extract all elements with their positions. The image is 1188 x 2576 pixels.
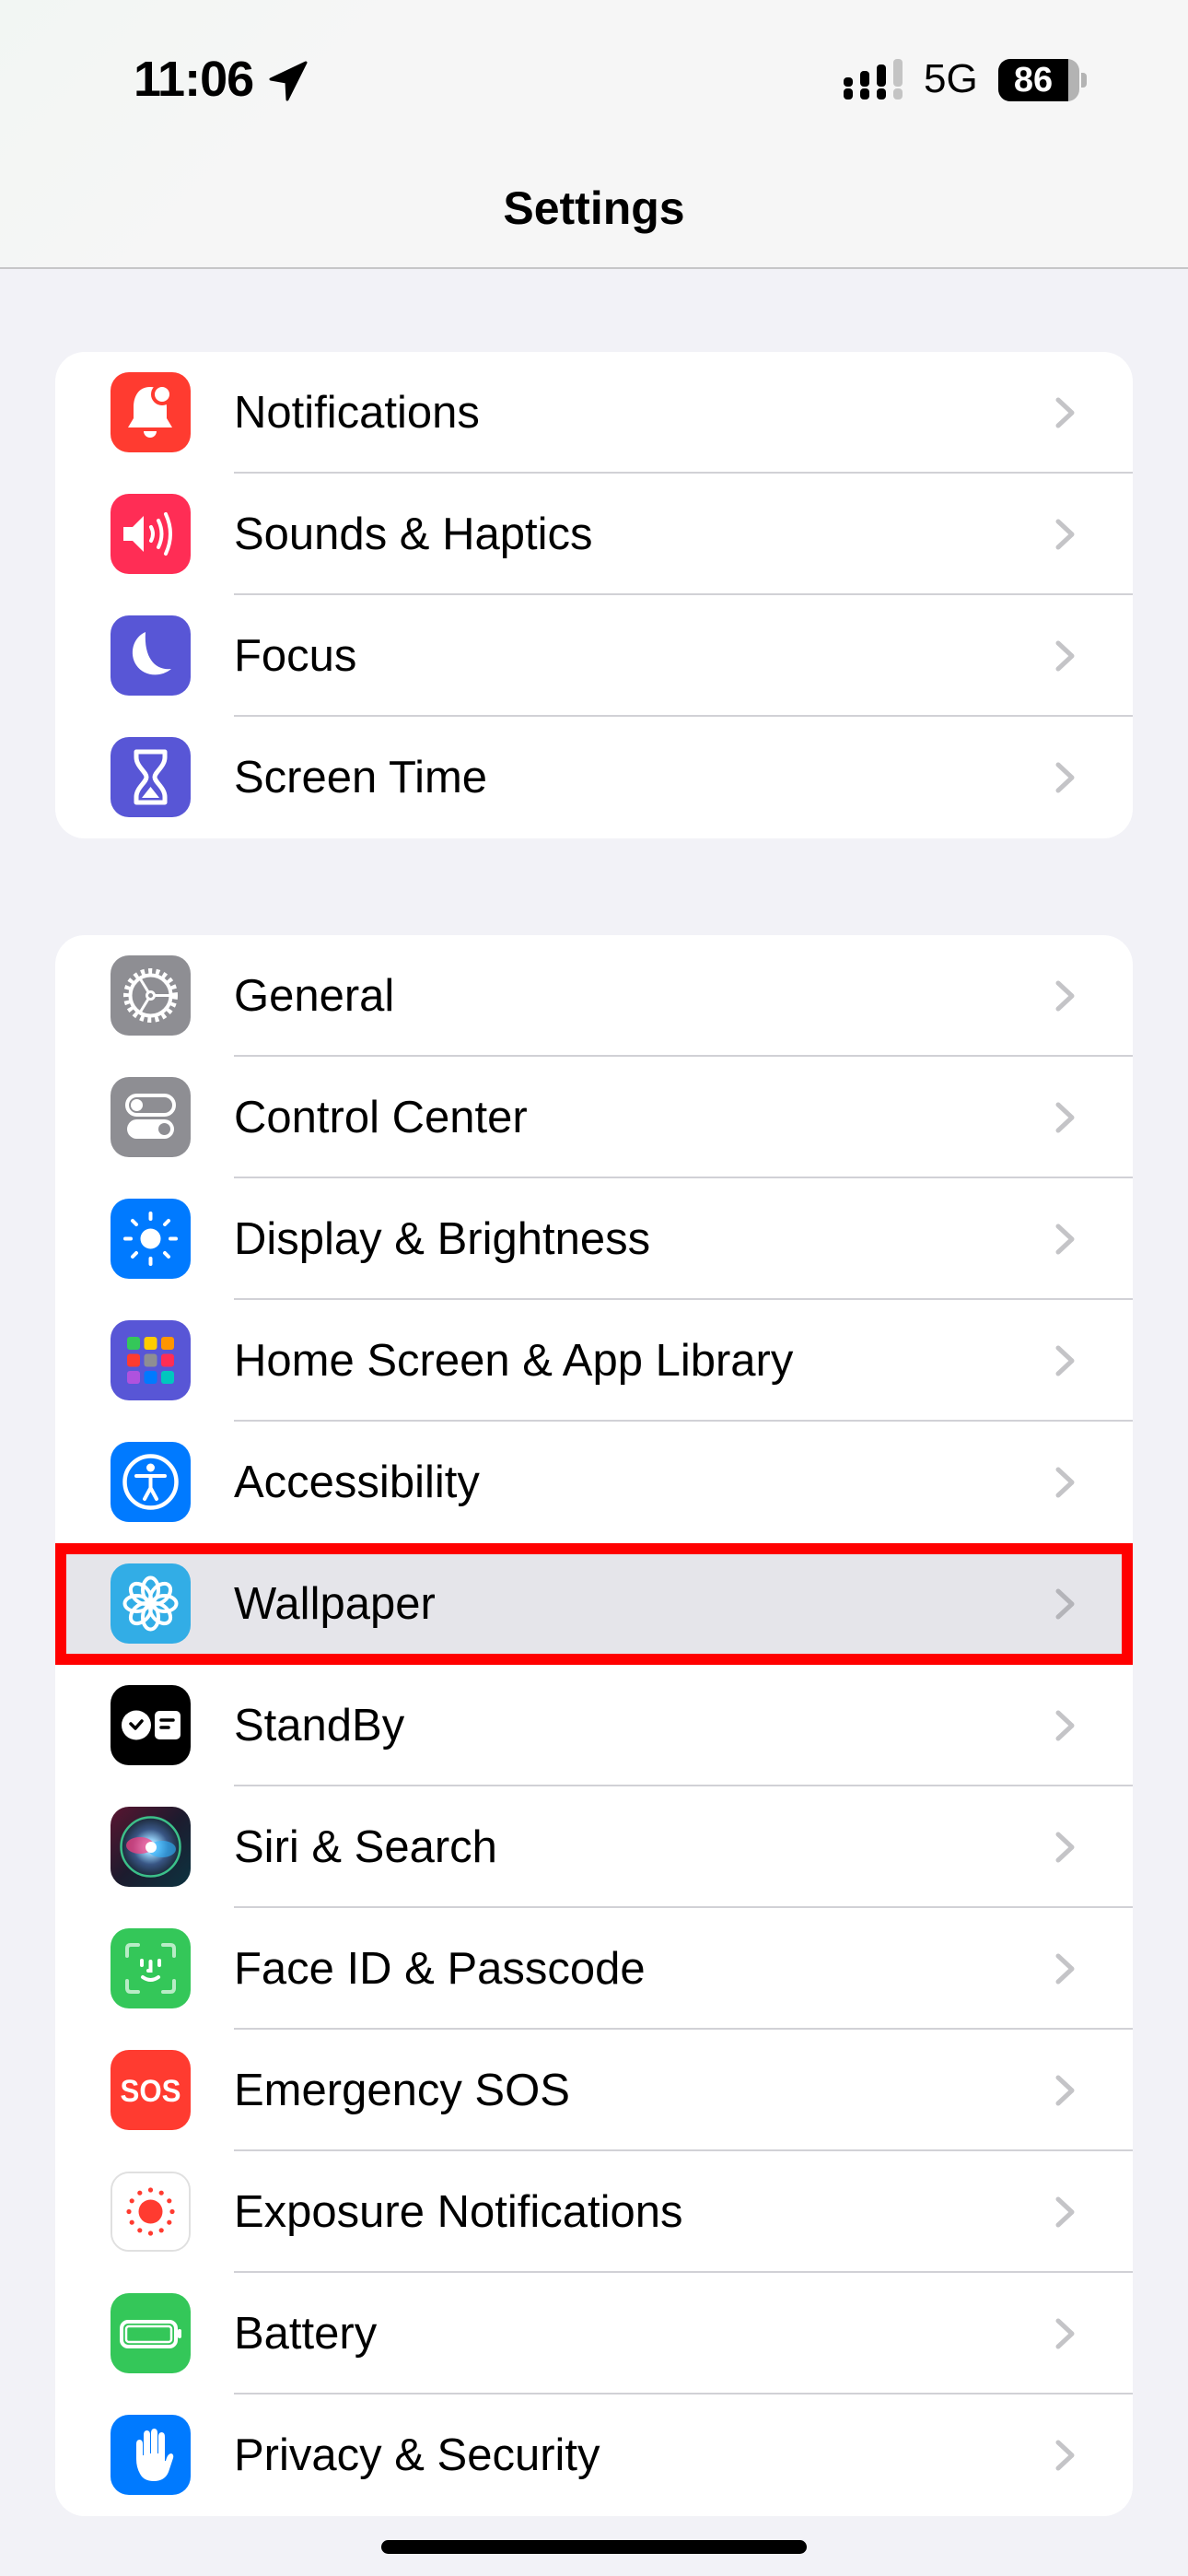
location-arrow-icon <box>269 61 308 101</box>
moon-icon <box>111 615 191 696</box>
page-title: Settings <box>503 182 685 234</box>
chevron-right-icon <box>1055 1345 1075 1376</box>
flower-icon <box>111 1563 191 1644</box>
settings-row-privacy-security[interactable]: Privacy & Security <box>55 2395 1133 2516</box>
exposure-icon <box>111 2172 191 2252</box>
hand-icon <box>111 2415 191 2495</box>
hourglass-icon <box>111 737 191 817</box>
settings-row-label: Sounds & Haptics <box>234 509 593 559</box>
settings-row-emergency-sos[interactable]: SOS Emergency SOS <box>55 2030 1133 2151</box>
chevron-right-icon <box>1055 2075 1075 2106</box>
settings-row-display-brightness[interactable]: Display & Brightness <box>55 1178 1133 1300</box>
battery-nub <box>1081 73 1087 88</box>
chevron-right-icon <box>1055 1588 1075 1620</box>
settings-row-control-center[interactable]: Control Center <box>55 1057 1133 1178</box>
chevron-right-icon <box>1055 2318 1075 2349</box>
settings-row-accessibility[interactable]: Accessibility <box>55 1422 1133 1543</box>
settings-row-notifications[interactable]: Notifications <box>55 352 1133 474</box>
settings-row-label: Wallpaper <box>234 1579 436 1629</box>
accessibility-icon <box>111 1442 191 1522</box>
settings-row-face-id[interactable]: Face ID & Passcode <box>55 1908 1133 2030</box>
chevron-right-icon <box>1055 640 1075 672</box>
settings-row-label: Siri & Search <box>234 1822 497 1872</box>
settings-row-focus[interactable]: Focus <box>55 595 1133 717</box>
battery-icon <box>111 2293 191 2373</box>
settings-group-1: Notifications Sounds & Haptics Focus Scr… <box>55 352 1133 838</box>
settings-row-label: Display & Brightness <box>234 1214 651 1264</box>
app-grid-icon <box>111 1320 191 1400</box>
settings-row-label: Screen Time <box>234 753 488 802</box>
settings-row-exposure-notifications[interactable]: Exposure Notifications <box>55 2151 1133 2273</box>
settings-row-label: Focus <box>234 631 357 681</box>
settings-row-label: Control Center <box>234 1093 528 1142</box>
network-type: 5G <box>924 56 978 101</box>
chevron-right-icon <box>1055 1953 1075 1985</box>
battery-body: 86 <box>998 59 1079 101</box>
home-indicator[interactable] <box>381 2540 807 2554</box>
settings-row-sounds-haptics[interactable]: Sounds & Haptics <box>55 474 1133 595</box>
settings-row-label: Exposure Notifications <box>234 2187 683 2237</box>
status-time: 11:06 <box>134 52 254 107</box>
chevron-right-icon <box>1055 2196 1075 2228</box>
sos-icon: SOS <box>111 2050 191 2130</box>
battery-indicator: 86 <box>998 59 1087 101</box>
chevron-right-icon <box>1055 1832 1075 1863</box>
cellular-signal-icon <box>844 59 903 100</box>
settings-row-label: StandBy <box>234 1701 405 1751</box>
settings-row-label: Battery <box>234 2309 378 2359</box>
sos-icon-text: SOS <box>121 2074 181 2109</box>
settings-row-label: Notifications <box>234 388 480 438</box>
settings-row-standby[interactable]: StandBy <box>55 1665 1133 1786</box>
settings-row-siri-search[interactable]: Siri & Search <box>55 1786 1133 1908</box>
face-id-icon <box>111 1928 191 2008</box>
sun-icon <box>111 1199 191 1279</box>
chevron-right-icon <box>1055 397 1075 428</box>
settings-row-label: Emergency SOS <box>234 2066 570 2115</box>
settings-row-label: Face ID & Passcode <box>234 1944 646 1994</box>
chevron-right-icon <box>1055 519 1075 550</box>
toggles-icon <box>111 1077 191 1157</box>
standby-icon <box>111 1685 191 1765</box>
settings-row-home-screen[interactable]: Home Screen & App Library <box>55 1300 1133 1422</box>
chevron-right-icon <box>1055 1224 1075 1255</box>
gear-icon <box>111 955 191 1036</box>
chevron-right-icon <box>1055 980 1075 1012</box>
settings-row-label: Home Screen & App Library <box>234 1336 794 1386</box>
chevron-right-icon <box>1055 1467 1075 1498</box>
chevron-right-icon <box>1055 1102 1075 1133</box>
settings-row-label: General <box>234 971 395 1021</box>
settings-row-label: Privacy & Security <box>234 2430 600 2480</box>
navigation-header: 11:06 5G 86 Settings <box>0 0 1188 269</box>
settings-group-2: General Control Center Display & Brightn… <box>55 935 1133 2516</box>
settings-row-battery[interactable]: Battery <box>55 2273 1133 2395</box>
settings-row-wallpaper[interactable]: Wallpaper <box>55 1543 1133 1665</box>
speaker-icon <box>111 494 191 574</box>
chevron-right-icon <box>1055 762 1075 793</box>
battery-percent: 86 <box>1013 61 1054 100</box>
chevron-right-icon <box>1055 2440 1075 2471</box>
bell-icon <box>111 372 191 452</box>
settings-row-label: Accessibility <box>234 1458 480 1507</box>
chevron-right-icon <box>1055 1710 1075 1741</box>
settings-row-general[interactable]: General <box>55 935 1133 1057</box>
settings-row-screen-time[interactable]: Screen Time <box>55 717 1133 838</box>
siri-icon <box>111 1807 191 1887</box>
